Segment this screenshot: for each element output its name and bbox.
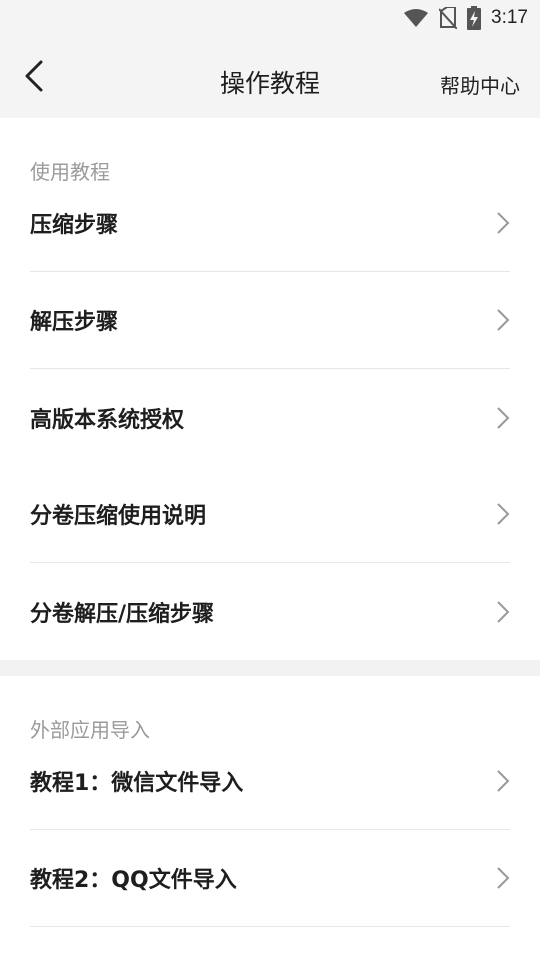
help-center-link[interactable]: 帮助中心 <box>440 70 520 99</box>
section-usage-tutorials: 使用教程 压缩步骤 解压步骤 高版本系统授权 分卷压缩使用说明 分卷解压/压缩步… <box>0 118 540 660</box>
app-bar: 操作教程 帮助中心 <box>0 36 540 118</box>
status-bar: 3:17 <box>0 0 540 36</box>
chevron-right-icon <box>496 406 510 430</box>
list-item-label: 教程2：QQ文件导入 <box>30 868 237 893</box>
list-item-compress-steps[interactable]: 压缩步骤 <box>30 175 510 272</box>
content: 使用教程 压缩步骤 解压步骤 高版本系统授权 分卷压缩使用说明 分卷解压/压缩步… <box>0 118 540 927</box>
list-item-label: 高版本系统授权 <box>30 407 185 433</box>
battery-charging-icon <box>467 6 482 30</box>
list-item-high-version-authorization[interactable]: 高版本系统授权 <box>30 369 510 466</box>
chevron-right-icon <box>496 866 510 890</box>
list-item-label: 压缩步骤 <box>30 213 119 238</box>
list-item-extract-steps[interactable]: 解压步骤 <box>30 272 510 369</box>
list-item-qq-import[interactable]: 教程2：QQ文件导入 <box>30 830 510 927</box>
list-item-label: 分卷解压/压缩步骤 <box>30 601 215 627</box>
chevron-right-icon <box>496 308 510 332</box>
chevron-right-icon <box>496 769 510 793</box>
list-item-label: 解压步骤 <box>30 310 119 335</box>
list-item-split-compress-guide[interactable]: 分卷压缩使用说明 <box>30 466 510 563</box>
list-item-wechat-import[interactable]: 教程1：微信文件导入 <box>30 733 510 830</box>
chevron-right-icon <box>496 211 510 235</box>
chevron-right-icon <box>496 600 510 624</box>
section-external-app-import: 外部应用导入 教程1：微信文件导入 教程2：QQ文件导入 <box>0 676 540 927</box>
chevron-right-icon <box>496 502 510 526</box>
no-sim-icon <box>439 7 458 29</box>
status-icons: 3:17 <box>403 4 528 32</box>
status-time: 3:17 <box>491 7 528 28</box>
list-item-split-extract-compress-steps[interactable]: 分卷解压/压缩步骤 <box>30 563 510 660</box>
section-divider <box>0 660 540 676</box>
list-item-label: 教程1：微信文件导入 <box>30 771 244 796</box>
wifi-icon <box>403 8 429 28</box>
list-item-label: 分卷压缩使用说明 <box>30 504 207 529</box>
